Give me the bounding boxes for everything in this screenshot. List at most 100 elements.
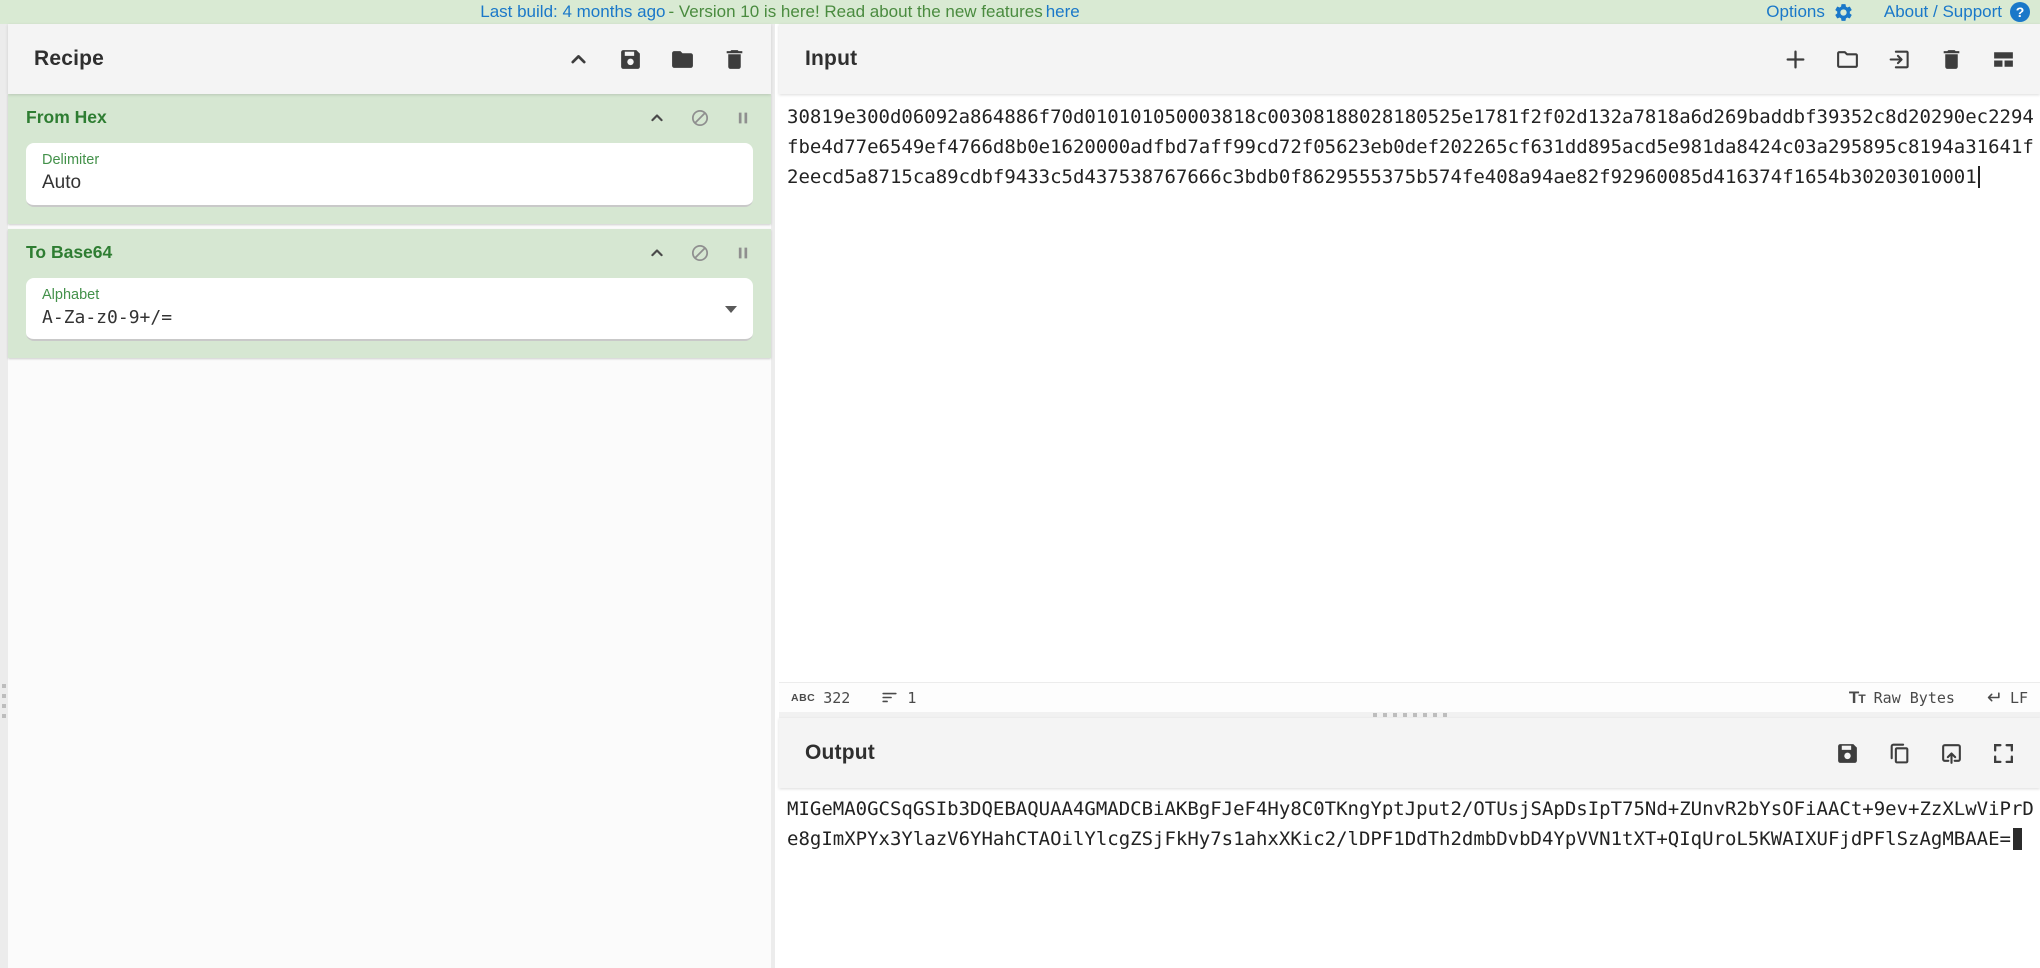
input-text-value: 30819e300d06092a864886f70d01010105000381… — [787, 106, 2034, 188]
splitter-grip-icon — [2, 684, 6, 718]
plus-icon — [1783, 47, 1808, 72]
alphabet-select[interactable]: Alphabet A-Za-z0-9+/= — [26, 278, 753, 341]
recipe-title: Recipe — [34, 47, 104, 71]
recipe-header: Recipe — [8, 24, 771, 94]
ingredient-label: Alphabet — [42, 287, 737, 303]
folder-icon — [670, 47, 695, 72]
help-icon: ? — [2010, 2, 2030, 22]
char-count: ABC 322 — [791, 689, 850, 707]
replace-input-button[interactable] — [1939, 741, 1964, 766]
encoding-value: Raw Bytes — [1874, 689, 1955, 707]
input-title: Input — [805, 47, 857, 71]
pause-icon — [733, 243, 753, 263]
last-build-link[interactable]: Last build: 4 months ago — [480, 2, 665, 21]
folder-open-icon — [1835, 47, 1860, 72]
grid-icon — [1991, 47, 2016, 72]
chevron-up-icon — [647, 243, 667, 263]
add-input-tab-button[interactable] — [1783, 47, 1808, 72]
io-column: Input — [779, 24, 2040, 968]
chevron-up-icon — [647, 108, 667, 128]
input-header: Input — [779, 24, 2040, 94]
breakpoint-operation-button[interactable] — [733, 108, 753, 128]
save-icon — [1835, 741, 1860, 766]
about-support-link[interactable]: About / Support ? — [1884, 0, 2030, 24]
load-recipe-button[interactable] — [670, 47, 695, 72]
operation-controls — [647, 108, 753, 128]
operation-header: From Hex — [26, 107, 753, 128]
operation-from-hex[interactable]: From Hex Delimiter Auto — [8, 94, 771, 224]
chevron-down-icon[interactable] — [725, 306, 737, 313]
output-editor[interactable]: MIGeMA0GCSqGSIb3DQEBAQUAA4GMADCBiAKBgFJe… — [779, 788, 2040, 968]
line-ending-value: LF — [2010, 689, 2028, 707]
ingredient-value: A-Za-z0-9+/= — [42, 307, 737, 328]
line-count: 1 — [880, 688, 916, 707]
collapse-operation-button[interactable] — [647, 108, 667, 128]
reset-layout-button[interactable] — [1991, 47, 2016, 72]
disable-operation-button[interactable] — [690, 108, 710, 128]
options-link[interactable]: Options — [1766, 0, 1854, 24]
ban-icon — [690, 108, 710, 128]
line-count-value: 1 — [907, 689, 916, 707]
trash-icon — [1939, 47, 1964, 72]
pause-icon — [733, 108, 753, 128]
splitter-grip-icon — [1373, 713, 1447, 717]
delimiter-select[interactable]: Delimiter Auto — [26, 143, 753, 207]
text-format-icon: TT — [1849, 688, 1866, 708]
input-status-bar: ABC 322 1 TT Raw Bytes LF — [779, 682, 2040, 712]
operation-to-base64[interactable]: To Base64 Alphabet A-Za-z0-9+/= — [8, 229, 771, 358]
open-file-button[interactable] — [1887, 47, 1912, 72]
maximize-output-button[interactable] — [1991, 741, 2016, 766]
disable-operation-button[interactable] — [690, 243, 710, 263]
input-editor[interactable]: 30819e300d06092a864886f70d01010105000381… — [779, 94, 2040, 682]
output-text-value: MIGeMA0GCSqGSIb3DQEBAQUAA4GMADCBiAKBgFJe… — [787, 798, 2034, 850]
char-count-value: 322 — [823, 689, 850, 707]
ban-icon — [690, 243, 710, 263]
recipe-panel: Recipe From Hex — [8, 24, 775, 968]
gear-icon — [1833, 2, 1854, 23]
operation-title: To Base64 — [26, 242, 112, 263]
open-folder-button[interactable] — [1835, 47, 1860, 72]
output-header: Output — [779, 718, 2040, 788]
about-label: About / Support — [1884, 0, 2002, 24]
breakpoint-operation-button[interactable] — [733, 243, 753, 263]
input-panel: Input — [779, 24, 2040, 712]
operation-title: From Hex — [26, 107, 107, 128]
return-arrow-icon — [1983, 688, 2002, 707]
output-cursor — [2013, 828, 2022, 850]
trash-icon — [722, 47, 747, 72]
cyberchef-app: Last build: 4 months ago- Version 10 is … — [0, 0, 2040, 968]
output-text: MIGeMA0GCSqGSIb3DQEBAQUAA4GMADCBiAKBgFJe… — [787, 794, 2034, 854]
abc-icon: ABC — [791, 692, 815, 704]
input-text: 30819e300d06092a864886f70d01010105000381… — [787, 102, 2034, 192]
ingredient-value: Auto — [42, 172, 737, 194]
collapse-operation-button[interactable] — [647, 243, 667, 263]
input-caret — [1978, 166, 1980, 188]
output-title: Output — [805, 741, 875, 765]
lines-icon — [880, 688, 899, 707]
save-recipe-button[interactable] — [618, 47, 643, 72]
options-label: Options — [1766, 0, 1825, 24]
output-panel: Output MIGeMA0GCSqGS — [779, 718, 2040, 968]
banner: Last build: 4 months ago- Version 10 is … — [0, 0, 2040, 24]
input-controls — [1783, 47, 2016, 72]
operations-panel-splitter[interactable] — [0, 24, 8, 968]
status-right: TT Raw Bytes LF — [1849, 688, 2028, 708]
operation-header: To Base64 — [26, 242, 753, 263]
collapse-recipe-button[interactable] — [566, 47, 591, 72]
encoding-selector[interactable]: TT Raw Bytes — [1849, 688, 1955, 708]
output-controls — [1835, 741, 2016, 766]
ingredient-label: Delimiter — [42, 152, 737, 168]
line-ending-selector[interactable]: LF — [1983, 688, 2028, 707]
copy-output-button[interactable] — [1887, 741, 1912, 766]
save-icon — [618, 47, 643, 72]
clear-recipe-button[interactable] — [722, 47, 747, 72]
save-output-button[interactable] — [1835, 741, 1860, 766]
copy-icon — [1887, 741, 1912, 766]
banner-message-text: - Version 10 is here! Read about the new… — [668, 2, 1042, 21]
clear-input-button[interactable] — [1939, 47, 1964, 72]
banner-message: Last build: 4 months ago- Version 10 is … — [0, 0, 1560, 24]
here-link[interactable]: here — [1046, 2, 1080, 21]
operation-controls — [647, 243, 753, 263]
open-in-icon — [1939, 741, 1964, 766]
banner-links: Options About / Support ? — [1766, 0, 2030, 24]
